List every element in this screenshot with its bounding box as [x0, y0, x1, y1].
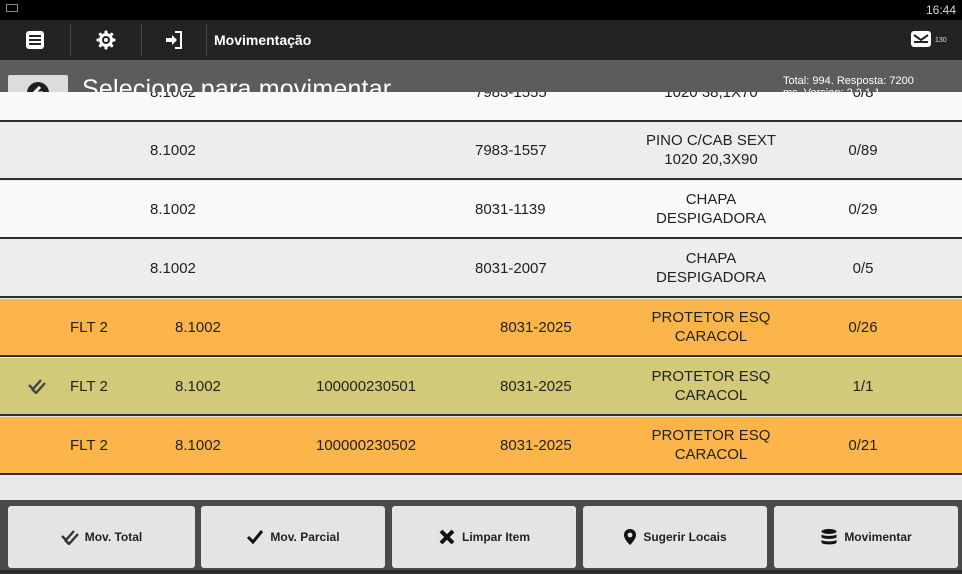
row-code: 8031-1139 [475, 200, 546, 218]
row-quantity: 0/29 [848, 200, 878, 218]
row-warehouse: 8.1002 [175, 436, 221, 454]
row-description-line-1: PROTETOR ESQ [651, 368, 771, 385]
row-quantity: 0/5 [852, 259, 874, 277]
bottom-action-bar: Mov. Total Mov. Parcial Limpar Item Suge… [0, 500, 962, 574]
sugerir-locais-label: Sugerir Locais [643, 530, 727, 544]
row-description: PINO C/CAB SEXT 1020 20,3X90 [618, 122, 804, 178]
row-check-cell [28, 358, 46, 414]
sugerir-locais-button[interactable]: Sugerir Locais [583, 506, 767, 568]
list-item[interactable]: FLT 2 8.1002 8031-2025 PROTETOR ESQ CARACOL 0… [0, 299, 962, 357]
row-warehouse: 8.1002 [150, 141, 196, 159]
limpar-item-button[interactable]: Limpar Item [392, 506, 576, 568]
limpar-item-label: Limpar Item [461, 530, 530, 544]
list-item[interactable]: FLT 2 8.1002 100000230502 8031-2025 PROTETOR… [0, 417, 962, 475]
mov-total-button[interactable]: Mov. Total [8, 506, 195, 568]
row-code: 8031-2025 [500, 377, 572, 395]
double-check-icon [28, 379, 46, 394]
row-description-line-1: CHAPA [685, 250, 737, 267]
row-description: 1020 38,1X70 [618, 92, 804, 120]
row-description-line-2: 1020 38,1X70 [664, 92, 758, 101]
row-description-line-2: 1020 20,3X90 [664, 151, 758, 168]
settings-button[interactable] [71, 20, 141, 60]
action-bar: Movimentação 130 [0, 20, 962, 60]
row-warehouse: 8.1002 [175, 318, 221, 336]
row-description: PROTETOR ESQ CARACOL [618, 417, 804, 473]
item-list: 8.1002 7983-1555 1020 38,1X70 0/8 8.1002 7983… [0, 92, 962, 502]
double-check-icon [60, 529, 79, 545]
gear-icon [96, 30, 116, 50]
action-divider [206, 24, 207, 56]
row-description: CHAPA DESPIGADORA [618, 240, 804, 296]
screen-title: Movimentação [214, 32, 312, 48]
row-description: PROTETOR ESQ CARACOL [618, 358, 804, 414]
row-lot: 100000230502 [316, 436, 417, 454]
row-quantity: 0/89 [848, 141, 878, 159]
menu-button[interactable] [0, 20, 70, 60]
row-code: 8031-2007 [475, 259, 547, 277]
stats-line-1: Total: 994. Resposta: 7200 [783, 75, 914, 87]
row-description: CHAPA DESPIGADORA [618, 181, 804, 237]
row-description-line-2: DESPIGADORA [655, 210, 767, 227]
message-icon [911, 31, 931, 47]
list-item[interactable]: 8.1002 7983-1557 PINO C/CAB SEXT 1020 20,3X… [0, 122, 962, 180]
check-icon [246, 529, 264, 545]
nav-strip [0, 570, 962, 574]
row-code: 7983-1555 [475, 92, 547, 101]
mov-parcial-label: Mov. Parcial [270, 530, 340, 544]
system-status-bar: 16:44 [0, 0, 962, 20]
row-quantity: 0/21 [848, 436, 878, 454]
row-description-line-2: CARACOL [674, 328, 748, 345]
keyboard-icon [6, 4, 18, 12]
row-warehouse: 8.1002 [150, 92, 196, 101]
movimentar-label: Movimentar [844, 530, 912, 544]
row-warehouse: 8.1002 [150, 259, 196, 277]
row-description: PROTETOR ESQ CARACOL [618, 299, 804, 355]
row-description-line-2: DESPIGADORA [655, 269, 767, 286]
movimentar-button[interactable]: Movimentar [774, 506, 958, 568]
row-warehouse: 8.1002 [175, 377, 221, 395]
list-item-selected[interactable]: FLT 2 8.1002 100000230501 8031-2025 PROTETOR… [0, 358, 962, 416]
sign-in-icon [166, 31, 182, 49]
database-icon [820, 528, 838, 546]
row-quantity: 0/8 [852, 92, 874, 101]
row-description-line-1: PINO C/CAB SEXT [645, 132, 777, 149]
row-location: FLT 2 [70, 377, 108, 395]
list-item[interactable]: 8.1002 8031-1139 CHAPA DESPIGADORA 0/29 [0, 181, 962, 239]
row-warehouse: 8.1002 [150, 200, 196, 218]
mov-parcial-button[interactable]: Mov. Parcial [201, 506, 385, 568]
app-screen: 16:44 Movimentação 130 Selecione para mo… [0, 0, 962, 574]
row-description-line-1: PROTETOR ESQ [651, 309, 771, 326]
menu-icon [26, 31, 44, 49]
row-quantity: 0/26 [848, 318, 878, 336]
row-quantity: 1/1 [852, 377, 874, 395]
row-description-line-2: CARACOL [674, 387, 748, 404]
list-item[interactable]: 8.1002 7983-1555 1020 38,1X70 0/8 [0, 92, 962, 122]
status-clock: 16:44 [925, 3, 956, 17]
row-code: 7983-1557 [475, 141, 547, 159]
sign-in-button[interactable] [142, 20, 206, 60]
list-item[interactable]: 8.1002 8031-2007 CHAPA DESPIGADORA 0/5 [0, 240, 962, 298]
message-count: 130 [935, 36, 947, 44]
row-description-line-1: CHAPA [685, 191, 737, 208]
mov-total-label: Mov. Total [84, 530, 143, 544]
map-marker-icon [623, 528, 637, 546]
row-code: 8031-2025 [500, 436, 572, 454]
messages-button[interactable]: 130 [910, 28, 954, 52]
row-code: 8031-2025 [500, 318, 572, 336]
x-icon [438, 528, 456, 546]
row-lot: 100000230501 [316, 377, 417, 395]
row-description-line-1: PROTETOR ESQ [651, 427, 771, 444]
row-description-line-2: CARACOL [674, 446, 748, 463]
row-location: FLT 2 [70, 318, 108, 336]
row-location: FLT 2 [70, 436, 108, 454]
